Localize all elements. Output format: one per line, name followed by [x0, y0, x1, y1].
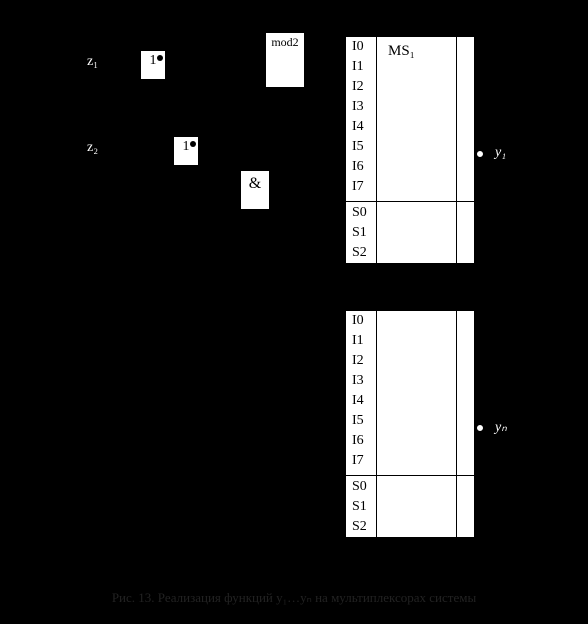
input-z1-label: z₁: [87, 54, 98, 70]
inv-bubble-icon: [190, 141, 196, 147]
mux1-i3: I3: [346, 97, 376, 117]
inverter-gate-2: 1: [173, 136, 199, 166]
muxn-s2: S2: [346, 517, 376, 537]
muxn-i3: I3: [346, 371, 376, 391]
muxn-output-inverter-icon: [476, 424, 484, 432]
multiplexer-1: I0 I1 I2 I3 I4 I5 I6 I7 S0 S1 S2 MS₁: [345, 36, 475, 264]
muxn-i5: I5: [346, 411, 376, 431]
mux1-i6: I6: [346, 157, 376, 177]
inverter-2-label: 1: [183, 139, 190, 155]
muxn-output-label: yₙ: [495, 419, 507, 436]
mux1-i1: I1: [346, 57, 376, 77]
muxn-i6: I6: [346, 431, 376, 451]
mux1-s2: S2: [346, 243, 376, 263]
mux1-i2: I2: [346, 77, 376, 97]
mux1-name: MS₁: [388, 43, 415, 60]
inverter-gate-1: 1: [140, 50, 166, 80]
and-gate: &: [240, 170, 270, 210]
logic-diagram: z₁ z₂ 1 1 mod2 & I0 I1 I2 I3 I4 I5 I6 I7: [0, 0, 588, 624]
mux1-select-labels: S0 S1 S2: [346, 203, 376, 263]
mux1-i7: I7: [346, 177, 376, 197]
mux1-output-inverter-icon: [476, 150, 484, 158]
inv-bubble-icon: [157, 55, 163, 61]
mux1-s1: S1: [346, 223, 376, 243]
multiplexer-n: I0 I1 I2 I3 I4 I5 I6 I7 S0 S1 S2: [345, 310, 475, 538]
inverter-1-label: 1: [150, 53, 157, 69]
muxn-i2: I2: [346, 351, 376, 371]
mux1-s0: S0: [346, 203, 376, 223]
muxn-i1: I1: [346, 331, 376, 351]
muxn-select-labels: S0 S1 S2: [346, 477, 376, 537]
muxn-i0: I0: [346, 311, 376, 331]
mux1-output-label: y₁: [495, 145, 506, 161]
muxn-i4: I4: [346, 391, 376, 411]
muxn-i7: I7: [346, 451, 376, 471]
and-label: &: [249, 175, 261, 193]
mux1-i5: I5: [346, 137, 376, 157]
input-z2-label: z₂: [87, 140, 98, 156]
mod2-label: mod2: [271, 35, 298, 50]
figure-caption: Рис. 13. Реализация функций y₁…yₙ на мул…: [0, 590, 588, 606]
mux1-i0: I0: [346, 37, 376, 57]
mux1-i4: I4: [346, 117, 376, 137]
mod2-gate: mod2: [265, 32, 305, 88]
muxn-s1: S1: [346, 497, 376, 517]
muxn-s0: S0: [346, 477, 376, 497]
